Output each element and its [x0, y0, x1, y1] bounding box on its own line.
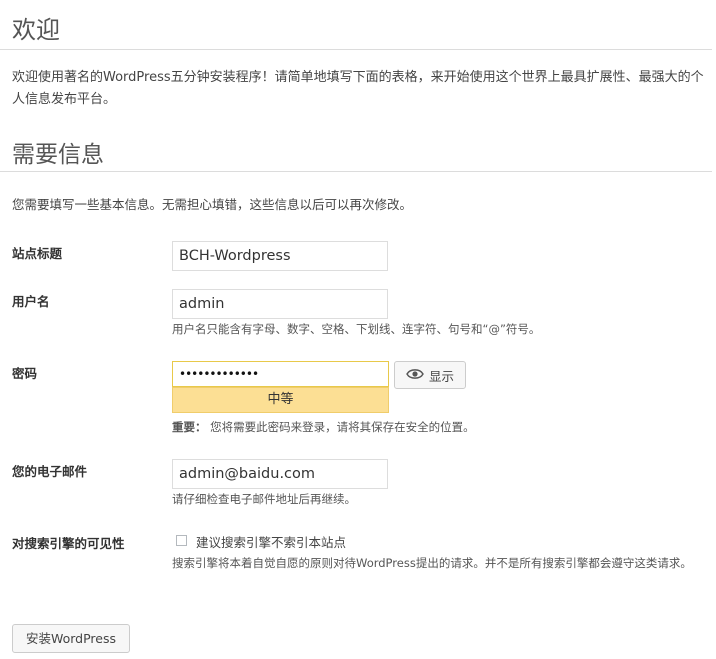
eye-icon [406, 368, 424, 383]
email-label: 您的电子邮件 [12, 464, 88, 479]
username-hint: 用户名只能含有字母、数字、空格、下划线、连字符、句号和“@”符号。 [172, 322, 541, 336]
discourage-search-checkbox[interactable] [176, 535, 187, 546]
show-password-button[interactable]: 显示 [394, 361, 466, 389]
username-label: 用户名 [12, 294, 50, 309]
password-note: 重要： 您将需要此密码来登录，请将其保存在安全的位置。 [172, 419, 475, 436]
welcome-text: 欢迎使用著名的WordPress五分钟安装程序！请简单地填写下面的表格，来开始使… [12, 70, 704, 107]
install-wordpress-button[interactable]: 安装WordPress [12, 624, 130, 653]
discourage-search-label[interactable]: 建议搜索引擎不索引本站点 [196, 532, 346, 551]
divider [0, 49, 712, 50]
welcome-title: 欢迎 [12, 16, 60, 44]
password-label: 密码 [12, 366, 38, 381]
password-note-important: 重要： [172, 420, 207, 434]
password-note-text: 您将需要此密码来登录，请将其保存在安全的位置。 [210, 420, 475, 434]
email-input[interactable]: admin@baidu.com [172, 459, 388, 489]
divider [0, 171, 712, 172]
site-title-input[interactable]: BCH-Wordpress [172, 241, 388, 271]
show-password-label: 显示 [428, 368, 454, 384]
search-visibility-hint: 搜索引擎将本着自觉自愿的原则对待WordPress提出的请求。并不是所有搜索引擎… [172, 556, 692, 570]
password-input[interactable]: ••••••••••••• [172, 361, 389, 387]
site-title-label: 站点标题 [12, 246, 63, 261]
email-hint: 请仔细检查电子邮件地址后再继续。 [172, 492, 356, 506]
search-visibility-label: 对搜索引擎的可见性 [12, 536, 125, 551]
password-strength-indicator: 中等 [172, 387, 389, 413]
username-input[interactable]: admin [172, 289, 388, 319]
required-info-subtitle: 您需要填写一些基本信息。无需担心填错，这些信息以后可以再次修改。 [12, 197, 413, 212]
required-info-title: 需要信息 [12, 142, 104, 168]
